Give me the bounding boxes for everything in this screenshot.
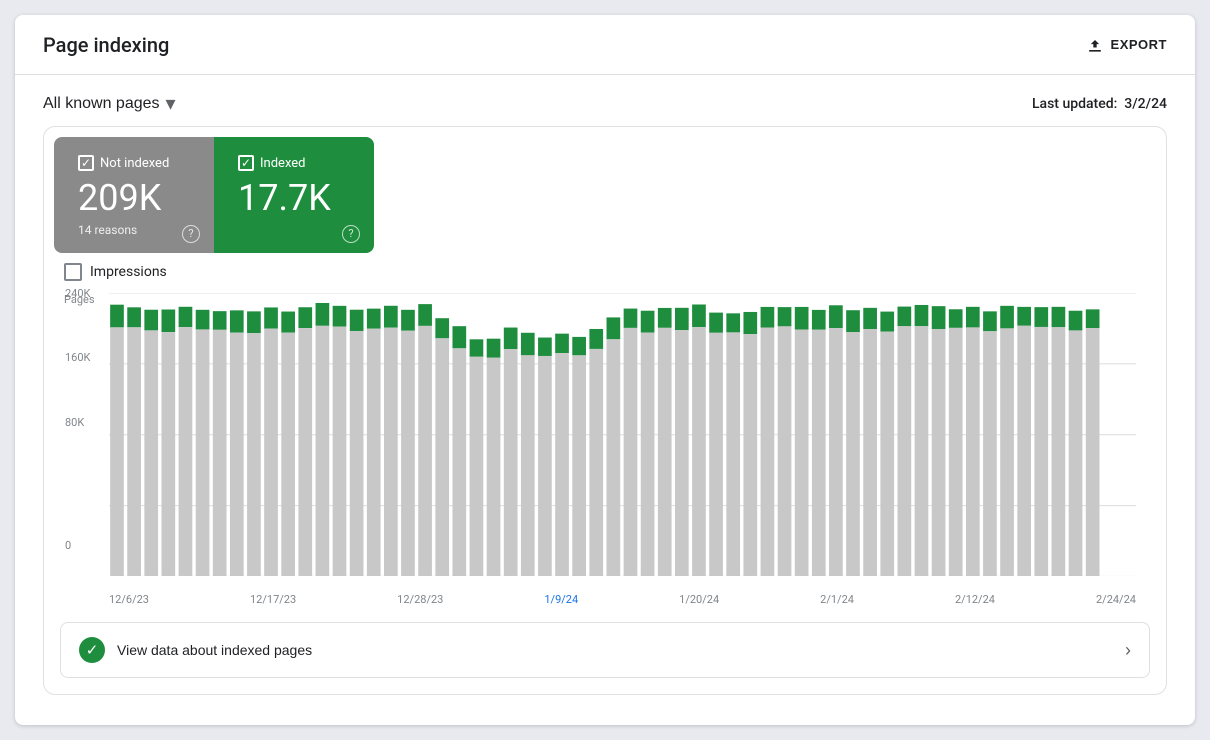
view-indexed-pages-button[interactable]: ✓ View data about indexed pages › bbox=[60, 622, 1150, 678]
not-indexed-stat: ✓ Not indexed 209K 14 reasons ? bbox=[54, 137, 214, 253]
not-indexed-help-icon[interactable]: ? bbox=[182, 225, 200, 243]
indexed-label: Indexed bbox=[260, 156, 306, 171]
last-updated: Last updated: 3/2/24 bbox=[1032, 96, 1167, 112]
x-label-6: 2/1/24 bbox=[820, 593, 854, 606]
not-indexed-sub: 14 reasons bbox=[78, 223, 190, 237]
page-title: Page indexing bbox=[43, 33, 169, 57]
bar-chart bbox=[109, 293, 1136, 576]
toolbar: All known pages ▾ Last updated: 3/2/24 bbox=[15, 75, 1195, 126]
export-label: EXPORT bbox=[1111, 37, 1167, 52]
indexed-checkmark-icon: ✓ bbox=[241, 157, 251, 169]
last-updated-prefix: Last updated: bbox=[1032, 96, 1117, 112]
view-data-row: ✓ View data about indexed pages › bbox=[44, 622, 1166, 694]
view-data-label: View data about indexed pages bbox=[117, 642, 312, 658]
dropdown-arrow-icon: ▾ bbox=[166, 91, 176, 116]
y-tick-160k: 160K bbox=[65, 351, 90, 364]
indexing-card: ✓ Not indexed 209K 14 reasons ? ✓ Indexe… bbox=[43, 126, 1167, 695]
impressions-toggle: Impressions bbox=[64, 263, 1146, 281]
y-tick-0: 0 bbox=[65, 539, 71, 552]
view-data-arrow-icon: › bbox=[1125, 640, 1131, 661]
export-icon bbox=[1085, 35, 1105, 55]
not-indexed-label: Not indexed bbox=[100, 156, 169, 171]
checkmark-icon: ✓ bbox=[81, 157, 91, 169]
x-label-7: 2/12/24 bbox=[955, 593, 995, 606]
page-header: Page indexing EXPORT bbox=[15, 15, 1195, 75]
x-label-1: 12/6/23 bbox=[109, 593, 149, 606]
indexed-stat: ✓ Indexed 17.7K ? bbox=[214, 137, 374, 253]
stats-row: ✓ Not indexed 209K 14 reasons ? ✓ Indexe… bbox=[44, 127, 1166, 253]
not-indexed-label-row: ✓ Not indexed bbox=[78, 155, 190, 171]
y-tick-80k: 80K bbox=[65, 416, 84, 429]
impressions-label: Impressions bbox=[90, 264, 167, 280]
x-label-8: 2/24/24 bbox=[1096, 593, 1136, 606]
main-window: Page indexing EXPORT All known pages ▾ L… bbox=[15, 15, 1195, 725]
indexed-value: 17.7K bbox=[238, 179, 350, 219]
indexed-help-icon[interactable]: ? bbox=[342, 225, 360, 243]
pages-dropdown-button[interactable]: All known pages ▾ bbox=[43, 91, 176, 116]
view-data-left: ✓ View data about indexed pages bbox=[79, 637, 312, 663]
chart-section: Impressions Pages bbox=[44, 253, 1166, 622]
not-indexed-checkbox[interactable]: ✓ bbox=[78, 155, 94, 171]
indexed-label-row: ✓ Indexed bbox=[238, 155, 350, 171]
x-label-3: 12/28/23 bbox=[397, 593, 443, 606]
last-updated-value: 3/2/24 bbox=[1124, 96, 1167, 112]
x-label-2: 12/17/23 bbox=[250, 593, 296, 606]
export-button[interactable]: EXPORT bbox=[1085, 35, 1167, 55]
x-label-5: 1/20/24 bbox=[679, 593, 719, 606]
indexed-check-icon: ✓ bbox=[79, 637, 105, 663]
chart-container: 240K 160K 80K 0 bbox=[109, 293, 1136, 576]
indexed-checkbox[interactable]: ✓ bbox=[238, 155, 254, 171]
not-indexed-value: 209K bbox=[78, 179, 190, 219]
pages-dropdown-label: All known pages bbox=[43, 95, 160, 113]
impressions-checkbox[interactable] bbox=[64, 263, 82, 281]
y-tick-240k: 240K bbox=[65, 287, 90, 300]
main-content: ✓ Not indexed 209K 14 reasons ? ✓ Indexe… bbox=[15, 126, 1195, 725]
x-label-4: 1/9/24 bbox=[544, 593, 578, 606]
chart-area: Pages bbox=[64, 293, 1146, 606]
x-axis-labels: 12/6/23 12/17/23 12/28/23 1/9/24 1/20/24… bbox=[109, 582, 1136, 606]
